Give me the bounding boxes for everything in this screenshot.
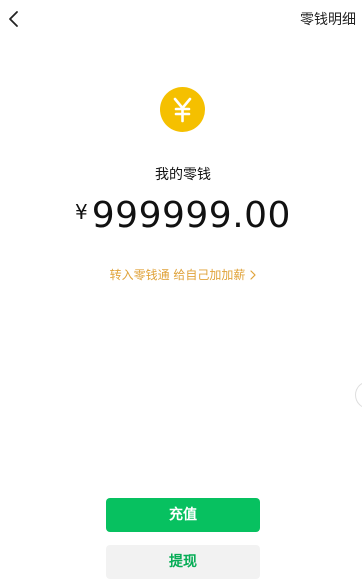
chevron-left-icon xyxy=(6,9,22,29)
withdraw-button[interactable]: 提现 xyxy=(106,545,260,579)
top-navigation-bar: 零钱明细 xyxy=(0,0,362,40)
floating-edge-handle[interactable] xyxy=(355,381,362,409)
recharge-button[interactable]: 充值 xyxy=(106,498,260,532)
back-button[interactable] xyxy=(6,9,22,29)
currency-symbol: ¥ xyxy=(75,200,88,224)
yuan-coin-icon xyxy=(160,87,205,132)
balance-amount: 999999.00 xyxy=(91,195,291,236)
change-plus-promo-link[interactable]: 转入零钱通 给自己加加薪 xyxy=(0,267,362,283)
chevron-right-icon xyxy=(250,270,257,280)
balance-display: ¥ 999999.00 xyxy=(0,194,362,238)
transaction-details-link[interactable]: 零钱明细 xyxy=(300,11,356,29)
promo-text: 转入零钱通 给自己加加薪 xyxy=(109,268,246,282)
wallet-title: 我的零钱 xyxy=(155,167,211,183)
